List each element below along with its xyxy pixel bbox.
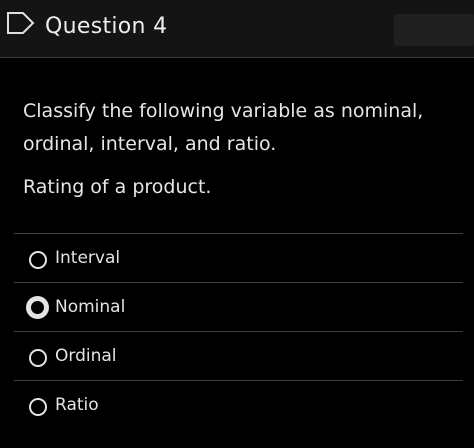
flag-icon[interactable] bbox=[6, 11, 36, 35]
option-label: Ordinal bbox=[55, 346, 117, 366]
radio-button-ordinal[interactable] bbox=[29, 349, 47, 367]
question-title: Question 4 bbox=[45, 14, 168, 39]
question-variable: Rating of a product. bbox=[23, 176, 212, 198]
option-ratio[interactable]: Ratio bbox=[14, 380, 463, 429]
option-label: Interval bbox=[55, 248, 121, 268]
redacted-points-area bbox=[394, 14, 474, 46]
option-label: Ratio bbox=[55, 395, 99, 415]
option-interval[interactable]: Interval bbox=[14, 233, 463, 282]
question-prompt: Classify the following variable as nomin… bbox=[23, 95, 453, 161]
option-nominal[interactable]: Nominal bbox=[14, 282, 463, 331]
answer-options: Interval Nominal Ordinal Ratio bbox=[14, 233, 463, 429]
radio-button-interval[interactable] bbox=[29, 251, 47, 269]
prompt-line-2: ordinal, interval, and ratio. bbox=[23, 133, 277, 155]
radio-button-nominal-selected[interactable] bbox=[26, 296, 49, 319]
option-ordinal[interactable]: Ordinal bbox=[14, 331, 463, 380]
radio-button-ratio[interactable] bbox=[29, 398, 47, 416]
prompt-line-1: Classify the following variable as nomin… bbox=[23, 100, 424, 122]
option-label: Nominal bbox=[55, 297, 126, 317]
question-header: Question 4 bbox=[0, 0, 474, 58]
